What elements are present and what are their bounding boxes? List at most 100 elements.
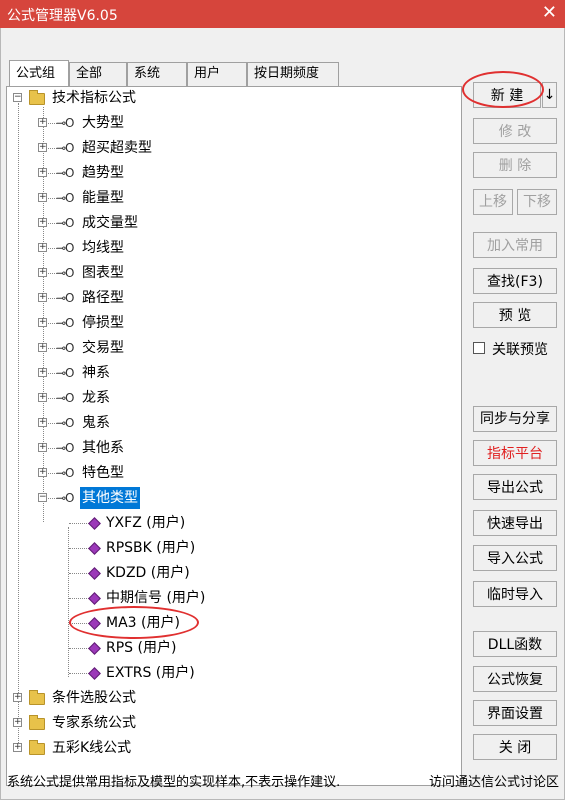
forum-link[interactable]: 访问通达信公式讨论区	[429, 772, 559, 794]
key-icon: ⊸O	[56, 491, 74, 505]
tree-node-label[interactable]: 停损型	[82, 312, 124, 334]
tree-node-label[interactable]: 五彩K线公式	[52, 737, 131, 759]
tab-formula-group[interactable]: 公式组	[9, 60, 69, 86]
tree-node-label[interactable]: 专家系统公式	[52, 712, 136, 734]
expand-icon[interactable]: +	[38, 343, 47, 352]
formula-icon	[88, 642, 101, 655]
tree-connector	[18, 103, 19, 751]
tree-node-label[interactable]: 鬼系	[82, 412, 110, 434]
key-icon: ⊸O	[56, 366, 74, 380]
tree-node-label[interactable]: RPSBK (用户)	[106, 537, 195, 559]
tree-node-label[interactable]: 龙系	[82, 387, 110, 409]
tab-system[interactable]: 系统	[127, 62, 187, 86]
annotation-oval	[462, 71, 544, 108]
expand-icon[interactable]: +	[13, 718, 22, 727]
tree-connector	[69, 548, 89, 549]
folder-icon	[29, 690, 45, 705]
tab-user[interactable]: 用户	[187, 62, 247, 86]
modify-button[interactable]: 修 改	[473, 118, 557, 144]
tree-node-label[interactable]: EXTRS (用户)	[106, 662, 195, 684]
restore-formula-button[interactable]: 公式恢复	[473, 666, 557, 692]
tab-all[interactable]: 全部	[69, 62, 127, 86]
window-title: 公式管理器V6.05	[7, 8, 118, 24]
key-icon: ⊸O	[56, 141, 74, 155]
delete-button[interactable]: 删 除	[473, 152, 557, 178]
key-icon: ⊸O	[56, 416, 74, 430]
tree-node-label[interactable]: 大势型	[82, 112, 124, 134]
dll-function-button[interactable]: DLL函数	[473, 631, 557, 657]
key-icon: ⊸O	[56, 466, 74, 480]
tree-node-label[interactable]: 均线型	[82, 237, 124, 259]
key-icon: ⊸O	[56, 266, 74, 280]
key-icon: ⊸O	[56, 116, 74, 130]
close-button[interactable]: 关 闭	[473, 734, 557, 760]
tree-node-label[interactable]: 图表型	[82, 262, 124, 284]
formula-icon	[88, 667, 101, 680]
find-button[interactable]: 查找(F3)	[473, 268, 557, 294]
key-icon: ⊸O	[56, 241, 74, 255]
key-icon: ⊸O	[56, 216, 74, 230]
expand-icon[interactable]: +	[38, 318, 47, 327]
move-up-button[interactable]: 上移	[473, 189, 513, 215]
tree-node-label[interactable]: 其他类型	[80, 487, 140, 509]
expand-icon[interactable]: +	[38, 218, 47, 227]
expand-icon[interactable]: +	[38, 468, 47, 477]
close-icon[interactable]: ✕	[542, 2, 557, 23]
new-dropdown-button[interactable]: ↓	[542, 82, 557, 108]
tree-node-label[interactable]: 交易型	[82, 337, 124, 359]
import-formula-button[interactable]: 导入公式	[473, 545, 557, 571]
tree-node-label[interactable]: KDZD (用户)	[106, 562, 190, 584]
tree-node-label[interactable]: 路径型	[82, 287, 124, 309]
key-icon: ⊸O	[56, 291, 74, 305]
expand-icon[interactable]: +	[13, 743, 22, 752]
expand-icon[interactable]: +	[38, 268, 47, 277]
export-formula-button[interactable]: 导出公式	[473, 474, 557, 500]
expand-icon[interactable]: +	[38, 393, 47, 402]
expand-icon[interactable]: +	[38, 243, 47, 252]
status-bar: 系统公式提供常用指标及模型的实现样本,不表示操作建议. 访问通达信公式讨论区	[7, 772, 563, 794]
tree-node-label[interactable]: 超买超卖型	[82, 137, 152, 159]
tree-node-label[interactable]: 特色型	[82, 462, 124, 484]
formula-manager-window: 公式组 全部 系统 用户 按日期频度 − 技术指标公式 + ⊸O 大势型 + ⊸…	[0, 28, 565, 800]
expand-icon[interactable]: +	[38, 143, 47, 152]
collapse-icon[interactable]: −	[13, 93, 22, 102]
expand-icon[interactable]: +	[38, 118, 47, 127]
tree-node-label[interactable]: 神系	[82, 362, 110, 384]
expand-icon[interactable]: +	[38, 193, 47, 202]
tree-node-label[interactable]: RPS (用户)	[106, 637, 176, 659]
formula-icon	[88, 592, 101, 605]
linked-preview-label: 关联预览	[492, 342, 548, 358]
expand-icon[interactable]: +	[38, 443, 47, 452]
tree-node-label[interactable]: 技术指标公式	[52, 87, 136, 109]
tab-by-date-frequency[interactable]: 按日期频度	[247, 62, 339, 86]
tree-connector	[69, 598, 89, 599]
expand-icon[interactable]: +	[38, 293, 47, 302]
move-down-button[interactable]: 下移	[517, 189, 557, 215]
preview-button[interactable]: 预 览	[473, 302, 557, 328]
checkbox-box[interactable]	[473, 342, 485, 354]
tree-connector	[69, 673, 89, 674]
key-icon: ⊸O	[56, 191, 74, 205]
tree-connector	[68, 527, 69, 677]
tree-node-label[interactable]: 其他系	[82, 437, 124, 459]
quick-export-button[interactable]: 快速导出	[473, 510, 557, 536]
temp-import-button[interactable]: 临时导入	[473, 581, 557, 607]
sync-share-button[interactable]: 同步与分享	[473, 406, 557, 432]
formula-tree[interactable]: − 技术指标公式 + ⊸O 大势型 + ⊸O 超买超卖型 + ⊸O 趋势型 + …	[6, 86, 462, 786]
annotation-oval	[69, 606, 199, 639]
tree-node-label[interactable]: 成交量型	[82, 212, 138, 234]
linked-preview-checkbox[interactable]: 关联预览	[473, 339, 563, 358]
ui-settings-button[interactable]: 界面设置	[473, 700, 557, 726]
expand-icon[interactable]: +	[38, 168, 47, 177]
key-icon: ⊸O	[56, 441, 74, 455]
expand-icon[interactable]: +	[38, 418, 47, 427]
expand-icon[interactable]: +	[38, 368, 47, 377]
tree-node-label[interactable]: 条件选股公式	[52, 687, 136, 709]
add-common-button[interactable]: 加入常用	[473, 232, 557, 258]
expand-icon[interactable]: +	[13, 693, 22, 702]
collapse-icon[interactable]: −	[38, 493, 47, 502]
tree-node-label[interactable]: YXFZ (用户)	[106, 512, 185, 534]
tree-node-label[interactable]: 趋势型	[82, 162, 124, 184]
indicator-platform-button[interactable]: 指标平台	[473, 440, 557, 466]
tree-node-label[interactable]: 能量型	[82, 187, 124, 209]
